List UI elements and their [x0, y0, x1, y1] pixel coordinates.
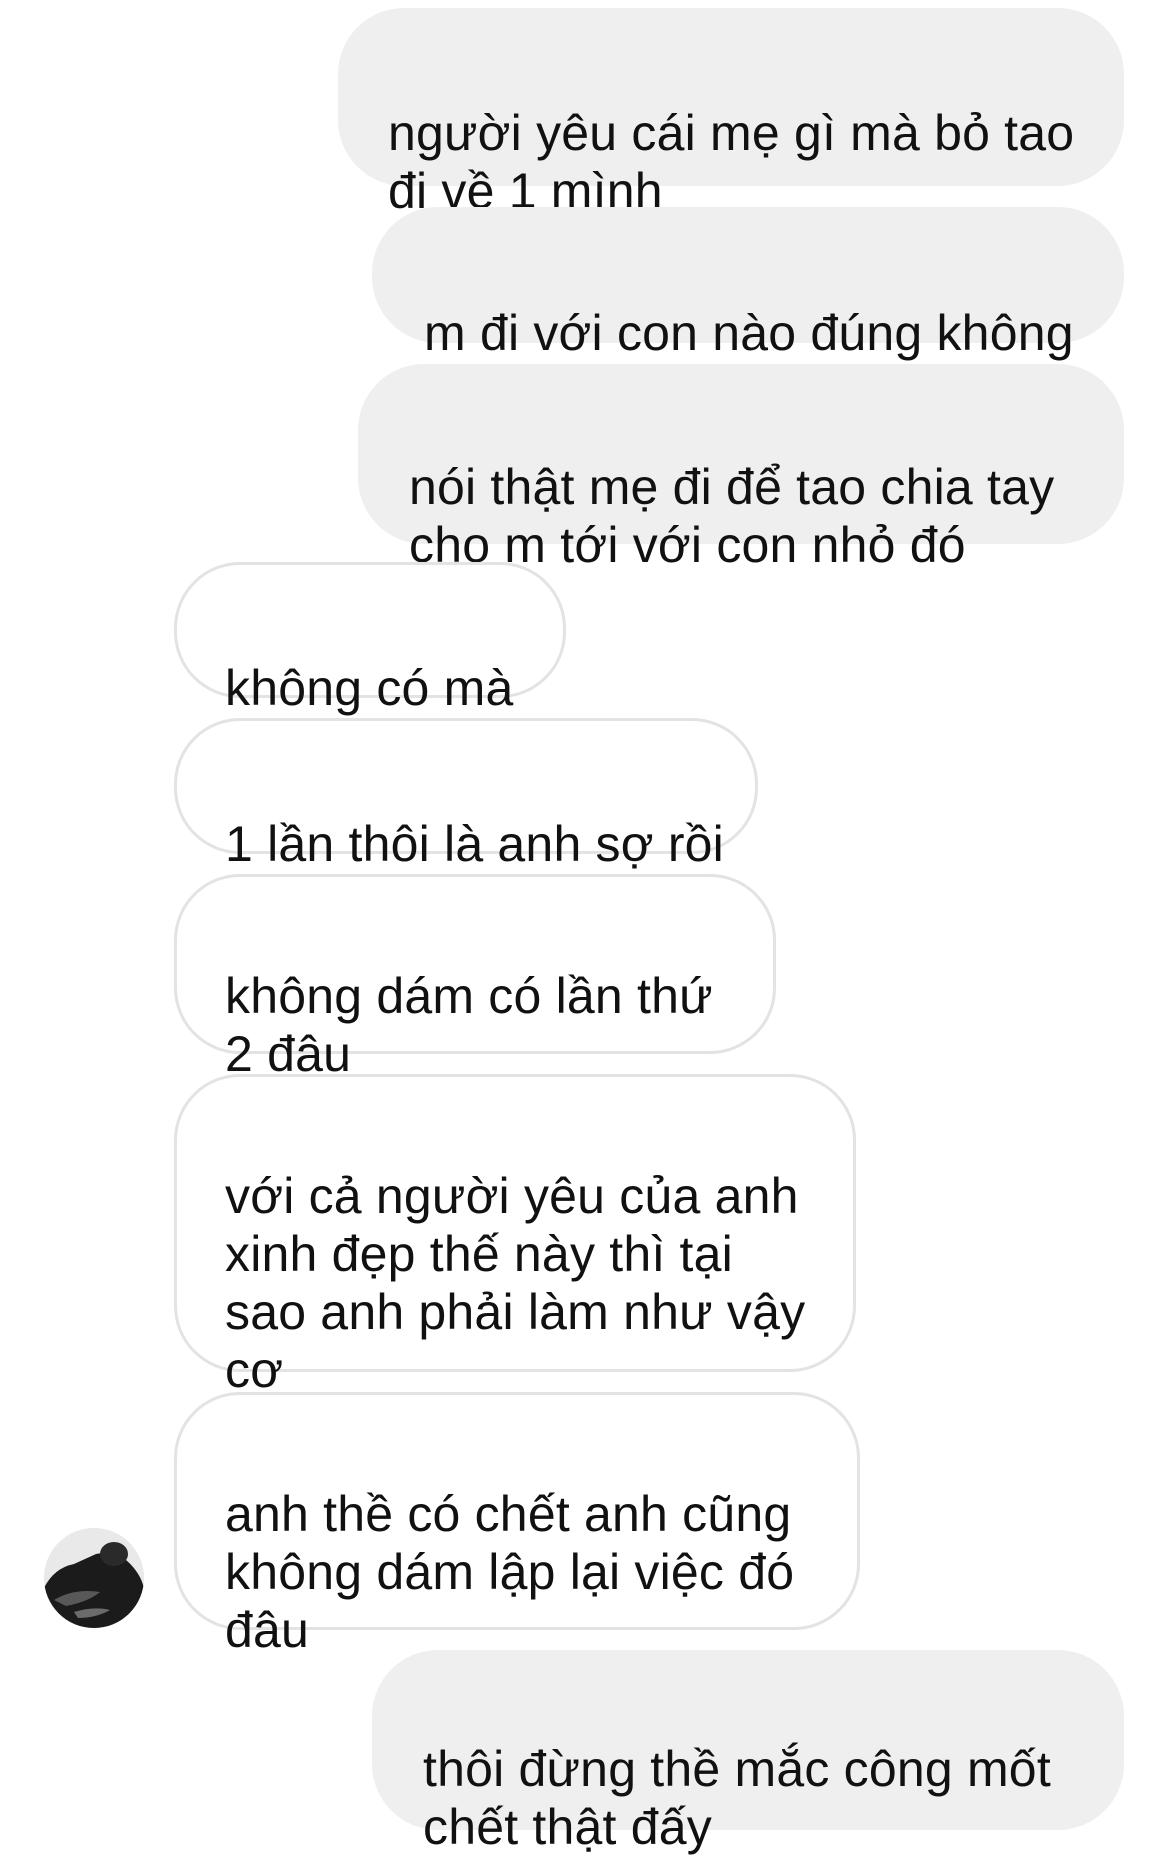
received-message-bubble[interactable]: 1 lần thôi là anh sợ rồi [174, 718, 758, 872]
message-text: người yêu cái mẹ gì mà bỏ tao đi về 1 mì… [388, 105, 1075, 219]
message-text: thôi đừng thề mắc công mốt chết thật đấy [423, 1741, 1051, 1855]
message-text: 1 lần thôi là anh sợ rồi [225, 816, 724, 872]
received-message-bubble[interactable]: với cả người yêu của anh xinh đẹp thế nà… [174, 1074, 856, 1398]
received-message-bubble[interactable]: không có mà [174, 562, 566, 716]
message-text: nói thật mẹ đi để tao chia tay cho m tới… [409, 459, 1055, 573]
message-text: anh thề có chết anh cũng không dám lập l… [225, 1486, 795, 1658]
message-text: không có mà [225, 660, 514, 716]
message-text: không dám có lần thứ 2 đâu [225, 968, 713, 1082]
sent-message-bubble[interactable]: thôi đừng thề mắc công mốt chết thật đấy [372, 1650, 1124, 1855]
message-text: với cả người yêu của anh xinh đẹp thế nà… [225, 1168, 806, 1398]
message-text: m đi với con nào đúng không [424, 305, 1074, 361]
profile-photo-avatar-icon [44, 1528, 144, 1628]
contact-avatar[interactable] [44, 1528, 144, 1628]
received-message-bubble[interactable]: không dám có lần thứ 2 đâu [174, 874, 776, 1082]
sent-message-bubble[interactable]: người yêu cái mẹ gì mà bỏ tao đi về 1 mì… [338, 8, 1124, 219]
sent-message-bubble[interactable]: nói thật mẹ đi để tao chia tay cho m tới… [358, 364, 1124, 573]
received-message-bubble[interactable]: anh thề có chết anh cũng không dám lập l… [174, 1392, 860, 1658]
sent-message-bubble[interactable]: m đi với con nào đúng không [372, 207, 1124, 361]
